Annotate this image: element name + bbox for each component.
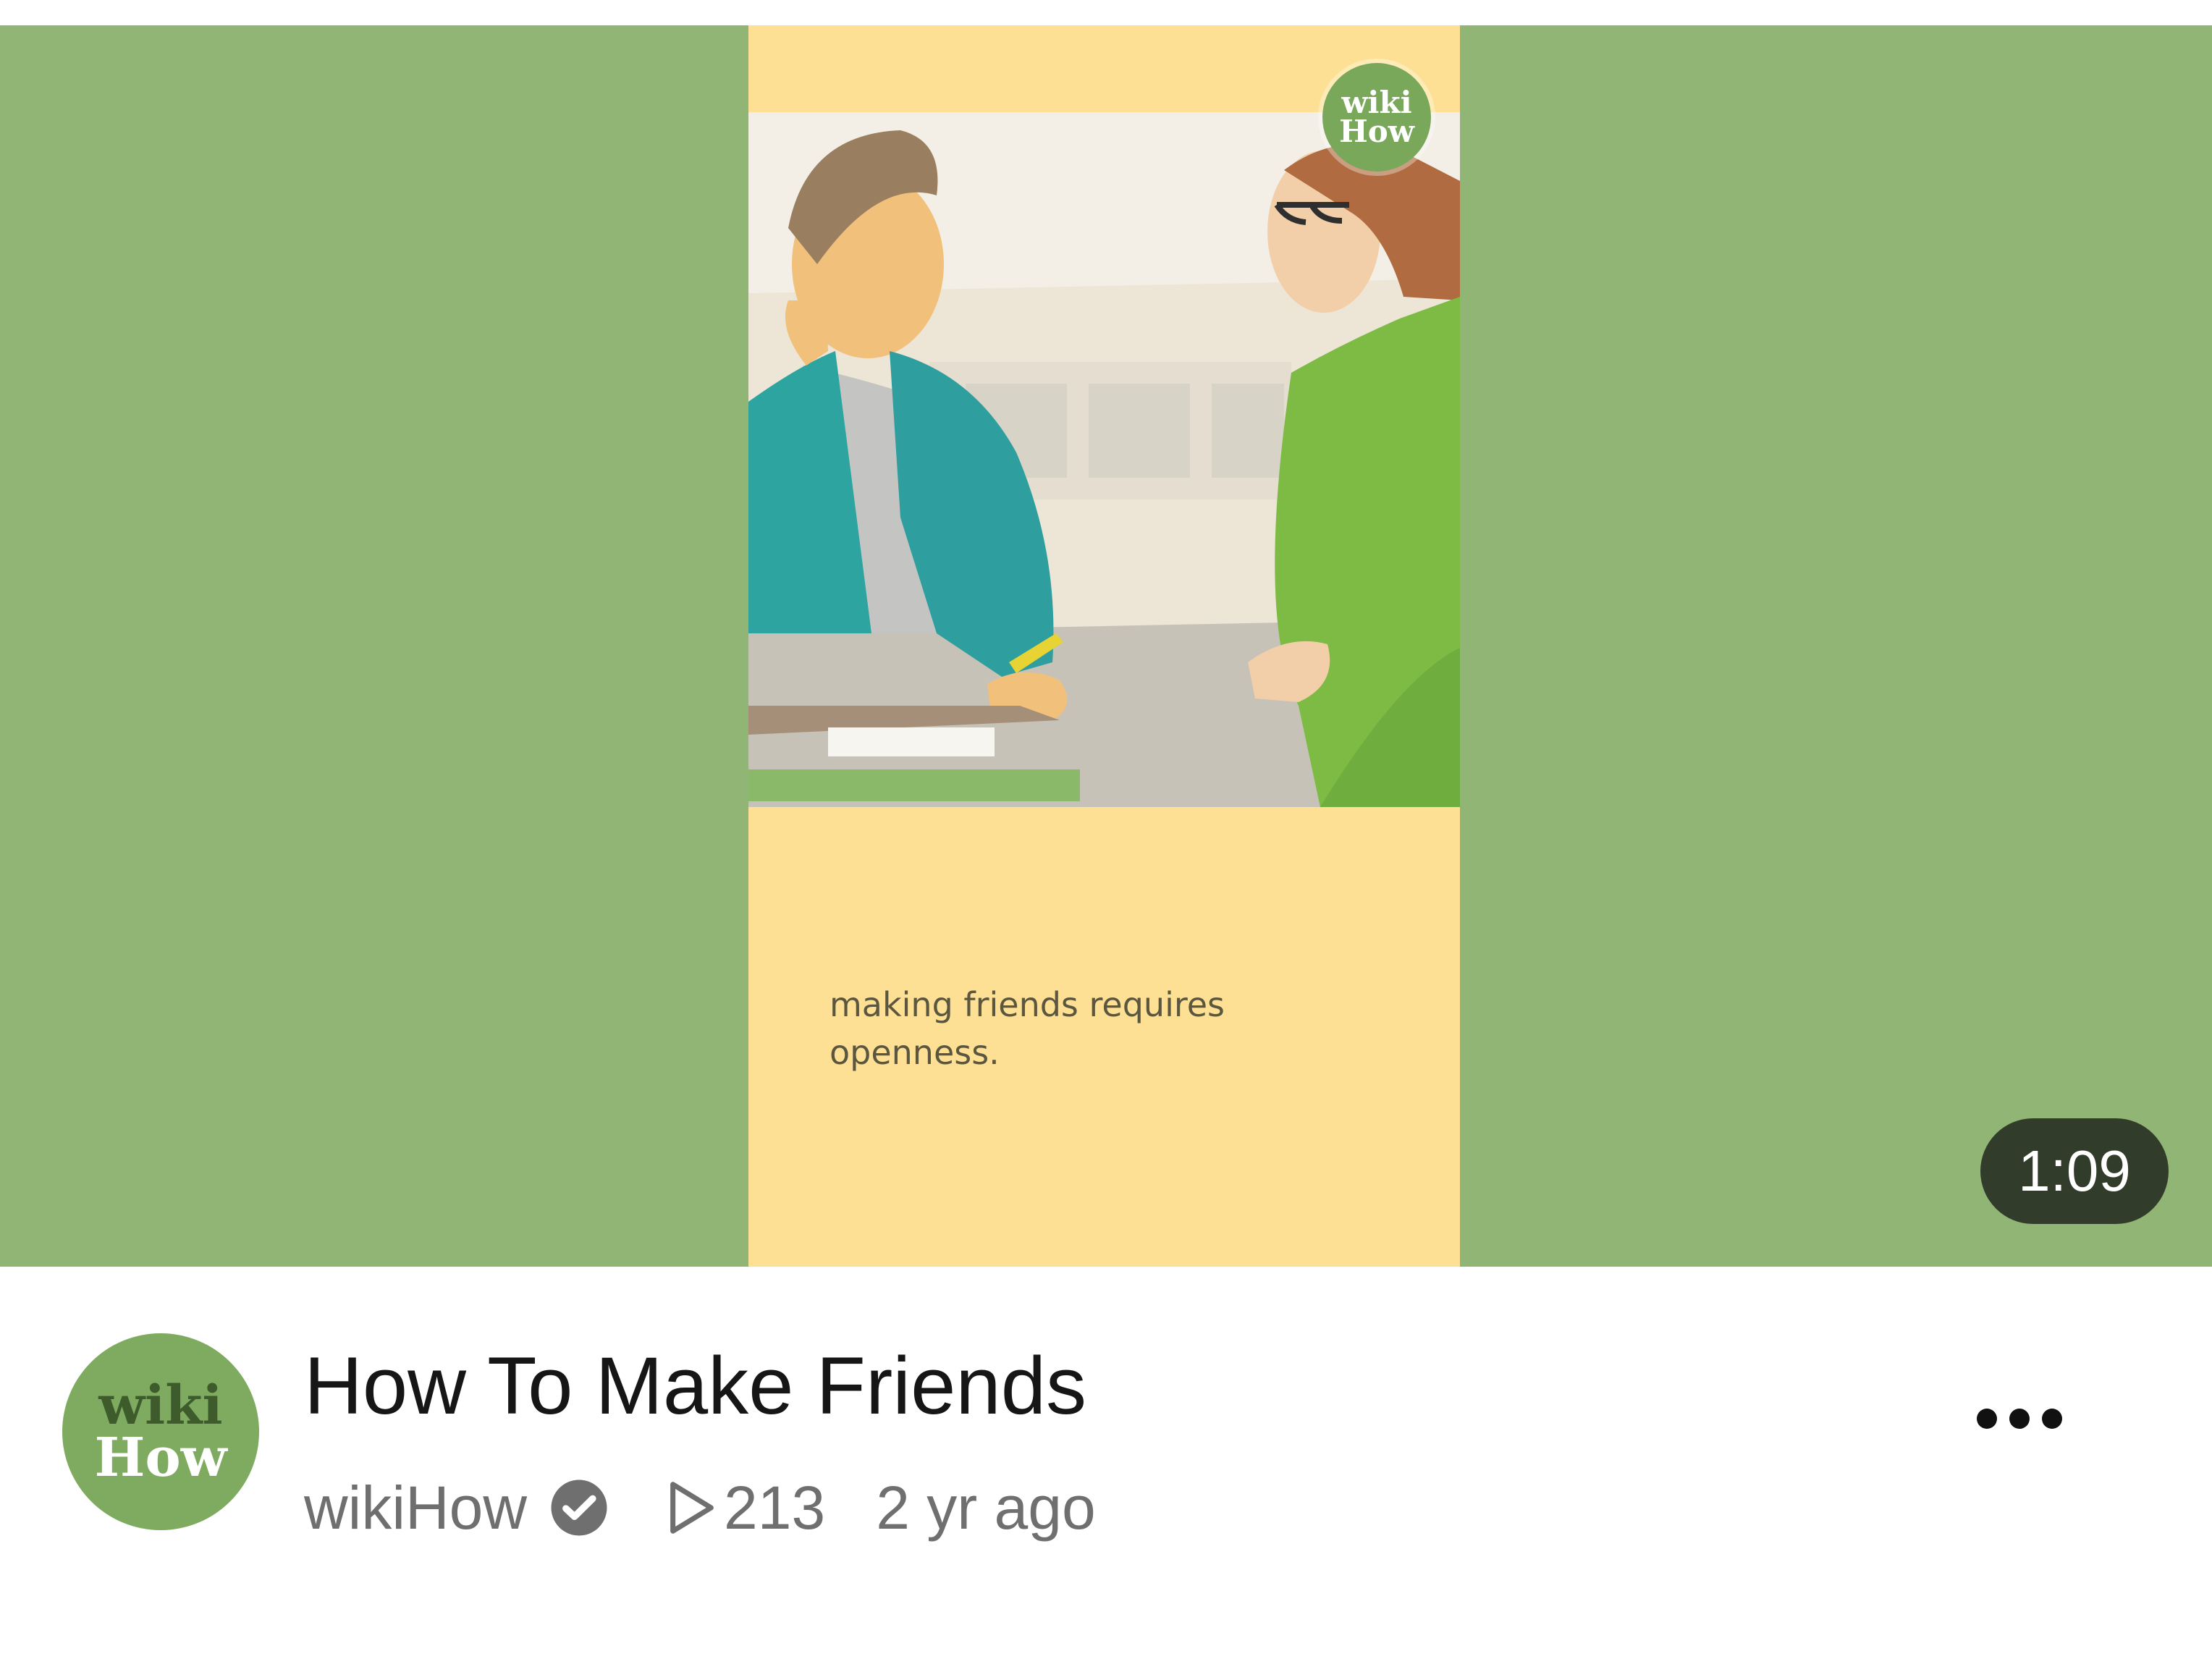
poster-accent-bar <box>748 769 1080 801</box>
video-subline: wikiHow 213 2 yr ago <box>304 1468 1969 1548</box>
thumbnail-poster: wiki How making friends requires opennes… <box>748 25 1460 1267</box>
illustration-image <box>748 112 1460 807</box>
video-title[interactable]: How To Make Friends <box>304 1339 1896 1433</box>
verified-check-icon <box>551 1479 607 1536</box>
upload-age: 2 yr ago <box>876 1473 1096 1542</box>
avatar-bottom-text: How <box>94 1427 227 1489</box>
play-outline-icon <box>670 1482 714 1534</box>
video-thumbnail[interactable]: wiki How making friends requires opennes… <box>0 25 2212 1267</box>
logo-bottom-text: How <box>1339 114 1414 149</box>
video-card[interactable]: wiki How making friends requires opennes… <box>0 0 2212 1659</box>
logo-top-text: wiki <box>1341 85 1412 120</box>
wikihow-logo-icon: wiki How <box>1322 63 1431 172</box>
thumbnail-caption: making friends requires openness. <box>830 985 1225 1072</box>
avatar-top-text: wiki <box>98 1375 223 1437</box>
view-count-value: 213 <box>724 1473 826 1542</box>
duration-badge: 1:09 <box>1980 1118 2169 1224</box>
view-count: 213 <box>666 1473 825 1543</box>
more-horizontal-icon <box>1977 1409 2062 1429</box>
video-metadata: wiki How How To Make Friends wikiHow 213… <box>0 1267 2212 1659</box>
channel-avatar[interactable]: wiki How <box>62 1333 259 1530</box>
channel-name[interactable]: wikiHow <box>304 1473 527 1543</box>
more-options-button[interactable] <box>1969 1375 2070 1462</box>
